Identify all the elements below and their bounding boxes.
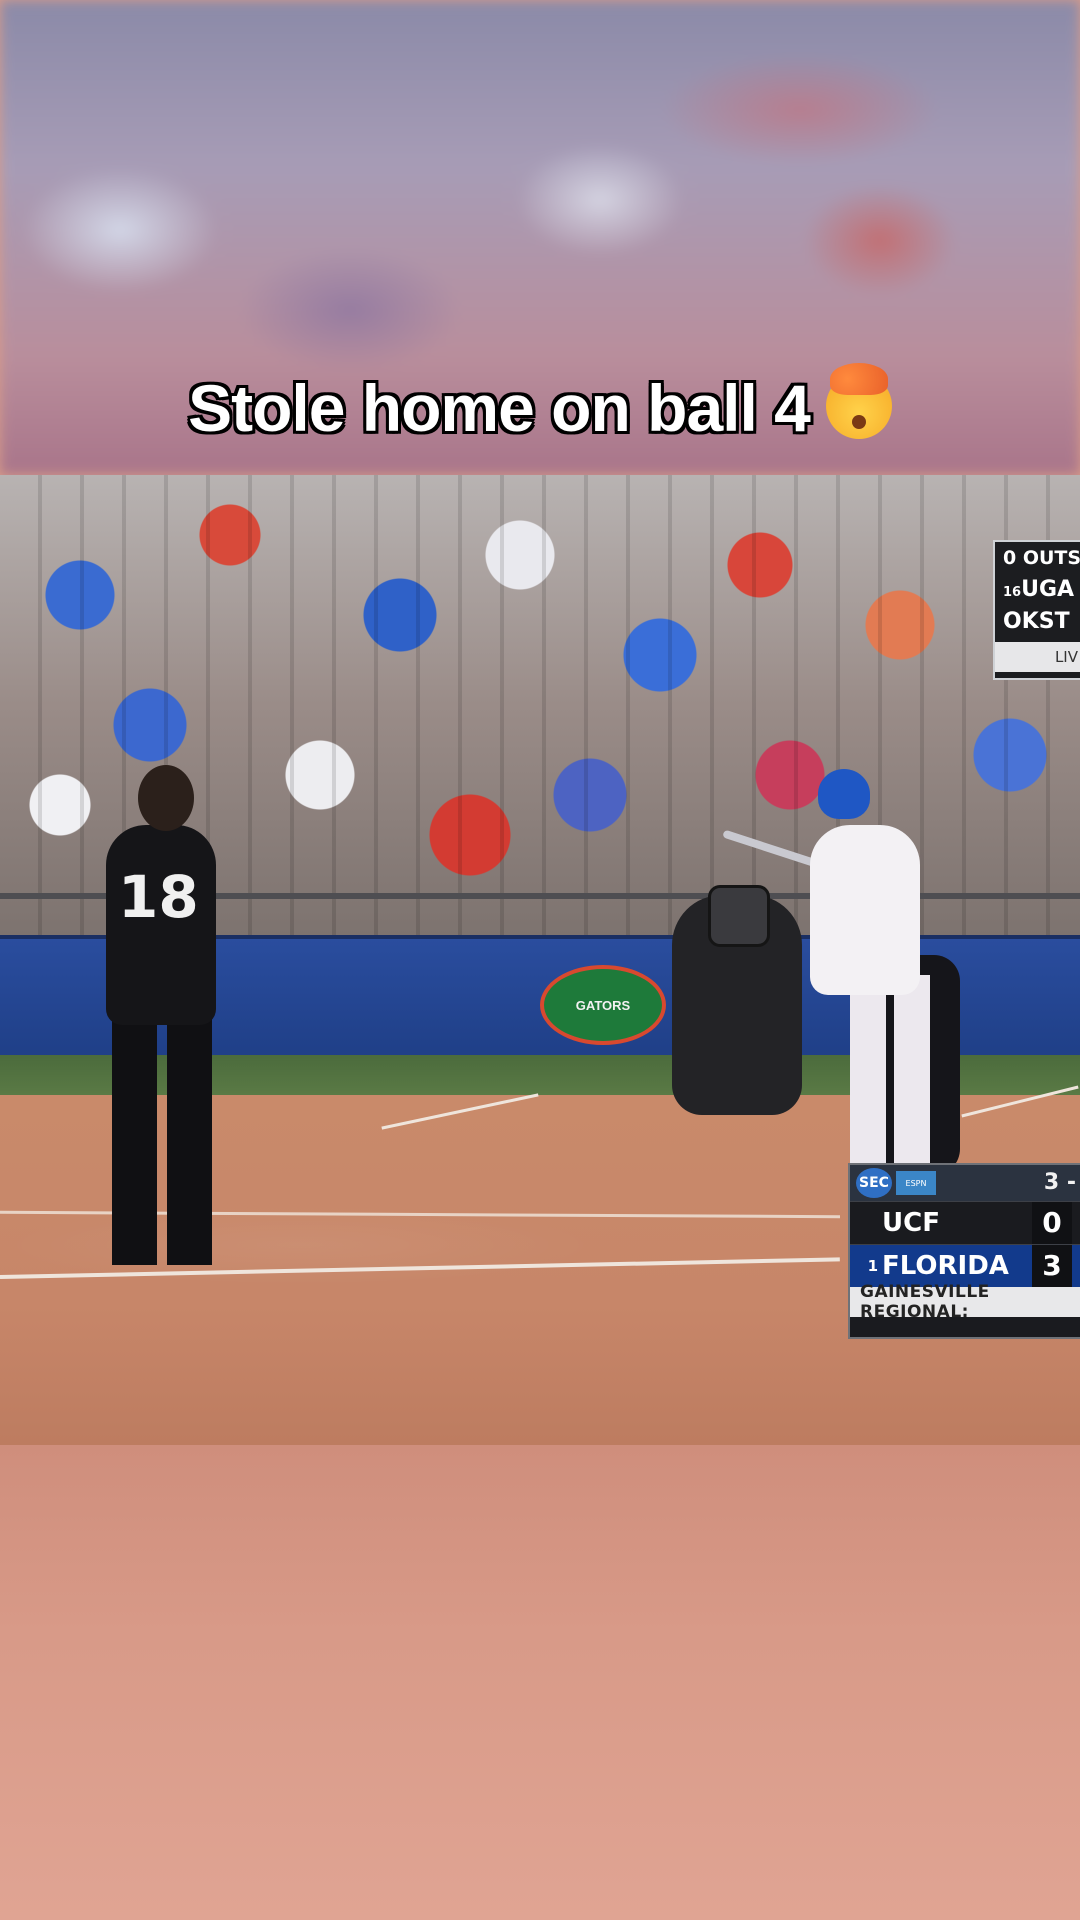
pitcher-legs: [112, 1015, 212, 1265]
ticker-team-1: 16UGA: [1003, 577, 1075, 602]
scoreboard: SEC ESPN 3 - UCF 0 1 FLORIDA 3 GAINESVIL…: [848, 1163, 1080, 1339]
caption-text: Stole home on ball 4: [188, 371, 811, 445]
ticker-outs: 0 OUTS: [1003, 547, 1080, 569]
home-team-name: FLORIDA: [882, 1251, 1009, 1281]
ticker-team-2: OKST: [1003, 609, 1070, 634]
video-caption: Stole home on ball 4: [0, 363, 1080, 446]
inning-indicator: 3 -: [1043, 1170, 1076, 1195]
pitcher-head: [138, 765, 194, 831]
catcher-mask: [708, 885, 770, 947]
away-team-name: UCF: [882, 1208, 940, 1238]
home-team-score: 3: [1032, 1245, 1072, 1287]
sec-network-logo-icon: SEC: [856, 1168, 892, 1198]
pitcher-jersey-number: 18: [118, 863, 199, 931]
blurred-background-bottom: [0, 1445, 1080, 1920]
scoreboard-footer: GAINESVILLE REGIONAL:: [850, 1282, 1080, 1322]
batter: [810, 825, 920, 995]
espn-badge: ESPN: [896, 1171, 936, 1195]
gator-logo-icon: GATORS: [540, 965, 666, 1045]
home-seed: 1: [867, 1257, 878, 1275]
away-team-score: 0: [1032, 1202, 1072, 1244]
away-team-row: UCF 0: [850, 1201, 1080, 1244]
score-ticker: 0 OUTS 16UGA OKST LIV: [993, 540, 1080, 680]
ticker-live-label: LIV: [995, 642, 1080, 672]
video-frame[interactable]: GATORS 18 0 OUTS 16UGA OKST LIV SEC ESPN…: [0, 475, 1080, 1445]
scoreboard-header: SEC ESPN 3 -: [850, 1165, 1080, 1201]
home-team-row: 1 FLORIDA 3: [850, 1244, 1080, 1287]
exploding-head-icon: [825, 363, 892, 439]
batter-legs: [850, 975, 930, 1195]
batter-helmet: [818, 769, 870, 819]
